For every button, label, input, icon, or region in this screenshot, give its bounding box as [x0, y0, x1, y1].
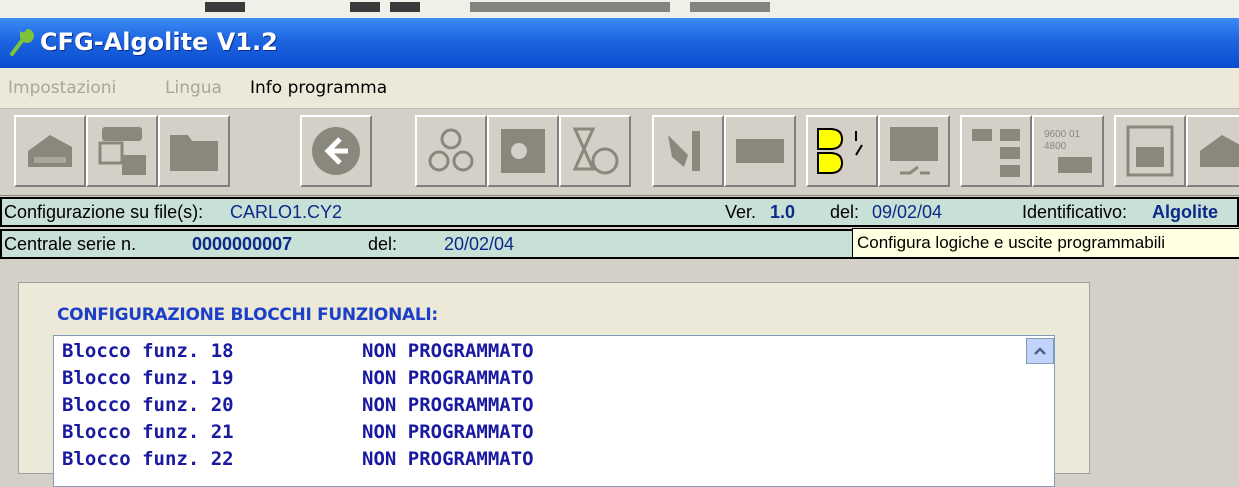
toolbar-button-6[interactable] — [487, 115, 559, 187]
main-area: CONFIGURAZIONE BLOCCHI FUNZIONALI: Blocc… — [0, 262, 1239, 487]
config-file-value: CARLO1.CY2 — [230, 202, 343, 222]
block-name: Blocco funz. 22 — [62, 448, 234, 470]
buttons-icon — [428, 128, 474, 172]
logic-outputs-button[interactable] — [806, 115, 878, 187]
toolbar-button-14[interactable] — [1114, 115, 1186, 187]
tooltip: Configura logiche e uscite programmabili — [852, 228, 1239, 258]
panel-title: CONFIGURAZIONE BLOCCHI FUNZIONALI: — [57, 305, 438, 325]
toolbar-button-15[interactable] — [1186, 115, 1239, 187]
list-item[interactable]: Blocco funz. 19 NON PROGRAMMATO — [62, 367, 534, 389]
block-status: NON PROGRAMMATO — [362, 421, 534, 443]
svg-text:4800: 4800 — [1044, 141, 1067, 152]
menu-info-programma[interactable]: Info programma — [250, 78, 387, 98]
printer-icon — [1200, 135, 1239, 167]
toolbar-button-13[interactable]: 9600 01 4800 — [1032, 115, 1104, 187]
logic-gate-icon — [817, 128, 863, 174]
toolbar-button-8[interactable] — [652, 115, 724, 187]
background-window-strip — [0, 0, 1239, 18]
network-icon — [972, 129, 1020, 177]
panel-icon — [1126, 125, 1174, 177]
config-file-label: Configurazione su file(s): — [4, 202, 204, 222]
baud-rate-icon: 9600 014800 — [1044, 129, 1092, 173]
list-item[interactable]: Blocco funz. 20 NON PROGRAMMATO — [62, 394, 534, 416]
back-button[interactable] — [300, 115, 372, 187]
date-value: 09/02/04 — [872, 202, 943, 222]
wrench-icon — [10, 28, 34, 56]
blocks-listbox[interactable]: Blocco funz. 18 NON PROGRAMMATO Blocco fu… — [53, 335, 1055, 487]
identifier-value: Algolite — [1152, 202, 1218, 222]
menu-impostazioni[interactable]: Impostazioni — [8, 78, 116, 98]
date-label: del: — [830, 202, 860, 222]
menu-lingua[interactable]: Lingua — [165, 78, 222, 98]
toolbar-button-7[interactable] — [559, 115, 631, 187]
title-bar: CFG-Algolite V1.2 — [0, 18, 1239, 68]
toolbar-button-3[interactable] — [158, 115, 230, 187]
identifier-label: Identificativo: — [1022, 202, 1128, 222]
serial-value: 0000000007 — [192, 234, 293, 254]
config-info-bar: Configurazione su file(s): CARLO1.CY2 Ve… — [0, 197, 1239, 227]
serial-label: Centrale serie n. — [4, 234, 137, 254]
printer-icon — [28, 135, 72, 167]
window-title: CFG-Algolite V1.2 — [40, 28, 278, 56]
toolbar: 9600 01 4800 — [0, 109, 1239, 196]
block-name: Blocco funz. 18 — [62, 340, 234, 362]
list-item[interactable]: Blocco funz. 22 NON PROGRAMMATO — [62, 448, 534, 470]
block-status: NON PROGRAMMATO — [362, 448, 534, 470]
folder-icon — [170, 135, 218, 171]
list-item[interactable]: Blocco funz. 18 NON PROGRAMMATO — [62, 340, 534, 362]
block-status: NON PROGRAMMATO — [362, 394, 534, 416]
block-status: NON PROGRAMMATO — [362, 367, 534, 389]
block-name: Blocco funz. 20 — [62, 394, 234, 416]
serial-date-label: del: — [368, 234, 398, 254]
toolbar-button-12[interactable] — [960, 115, 1032, 187]
version-label: Ver. — [725, 202, 757, 222]
blank-panel-icon — [736, 139, 784, 163]
toolbar-button-11[interactable] — [878, 115, 950, 187]
back-arrow-icon — [312, 127, 360, 175]
toolbar-button-9[interactable] — [724, 115, 796, 187]
tools-icon — [668, 131, 700, 171]
svg-text:9600 01: 9600 01 — [1044, 129, 1081, 140]
block-name: Blocco funz. 21 — [62, 421, 234, 443]
scroll-up-button[interactable] — [1026, 338, 1054, 364]
toolbar-button-1[interactable] — [14, 115, 86, 187]
timer-icon — [572, 127, 619, 175]
sensor-icon — [501, 129, 545, 173]
chevron-up-icon — [1034, 347, 1046, 355]
block-name: Blocco funz. 19 — [62, 367, 234, 389]
menu-bar: Impostazioni Lingua Info programma — [0, 68, 1239, 109]
switch-icon — [890, 127, 938, 175]
list-item[interactable]: Blocco funz. 21 NON PROGRAMMATO — [62, 421, 534, 443]
toolbar-button-2[interactable] — [86, 115, 158, 187]
version-value: 1.0 — [770, 202, 796, 222]
blocks-panel: CONFIGURAZIONE BLOCCHI FUNZIONALI: Blocc… — [18, 282, 1090, 487]
toolbar-button-5[interactable] — [415, 115, 487, 187]
serial-date-value: 20/02/04 — [444, 234, 515, 254]
transfer-icon — [98, 127, 146, 175]
block-status: NON PROGRAMMATO — [362, 340, 534, 362]
